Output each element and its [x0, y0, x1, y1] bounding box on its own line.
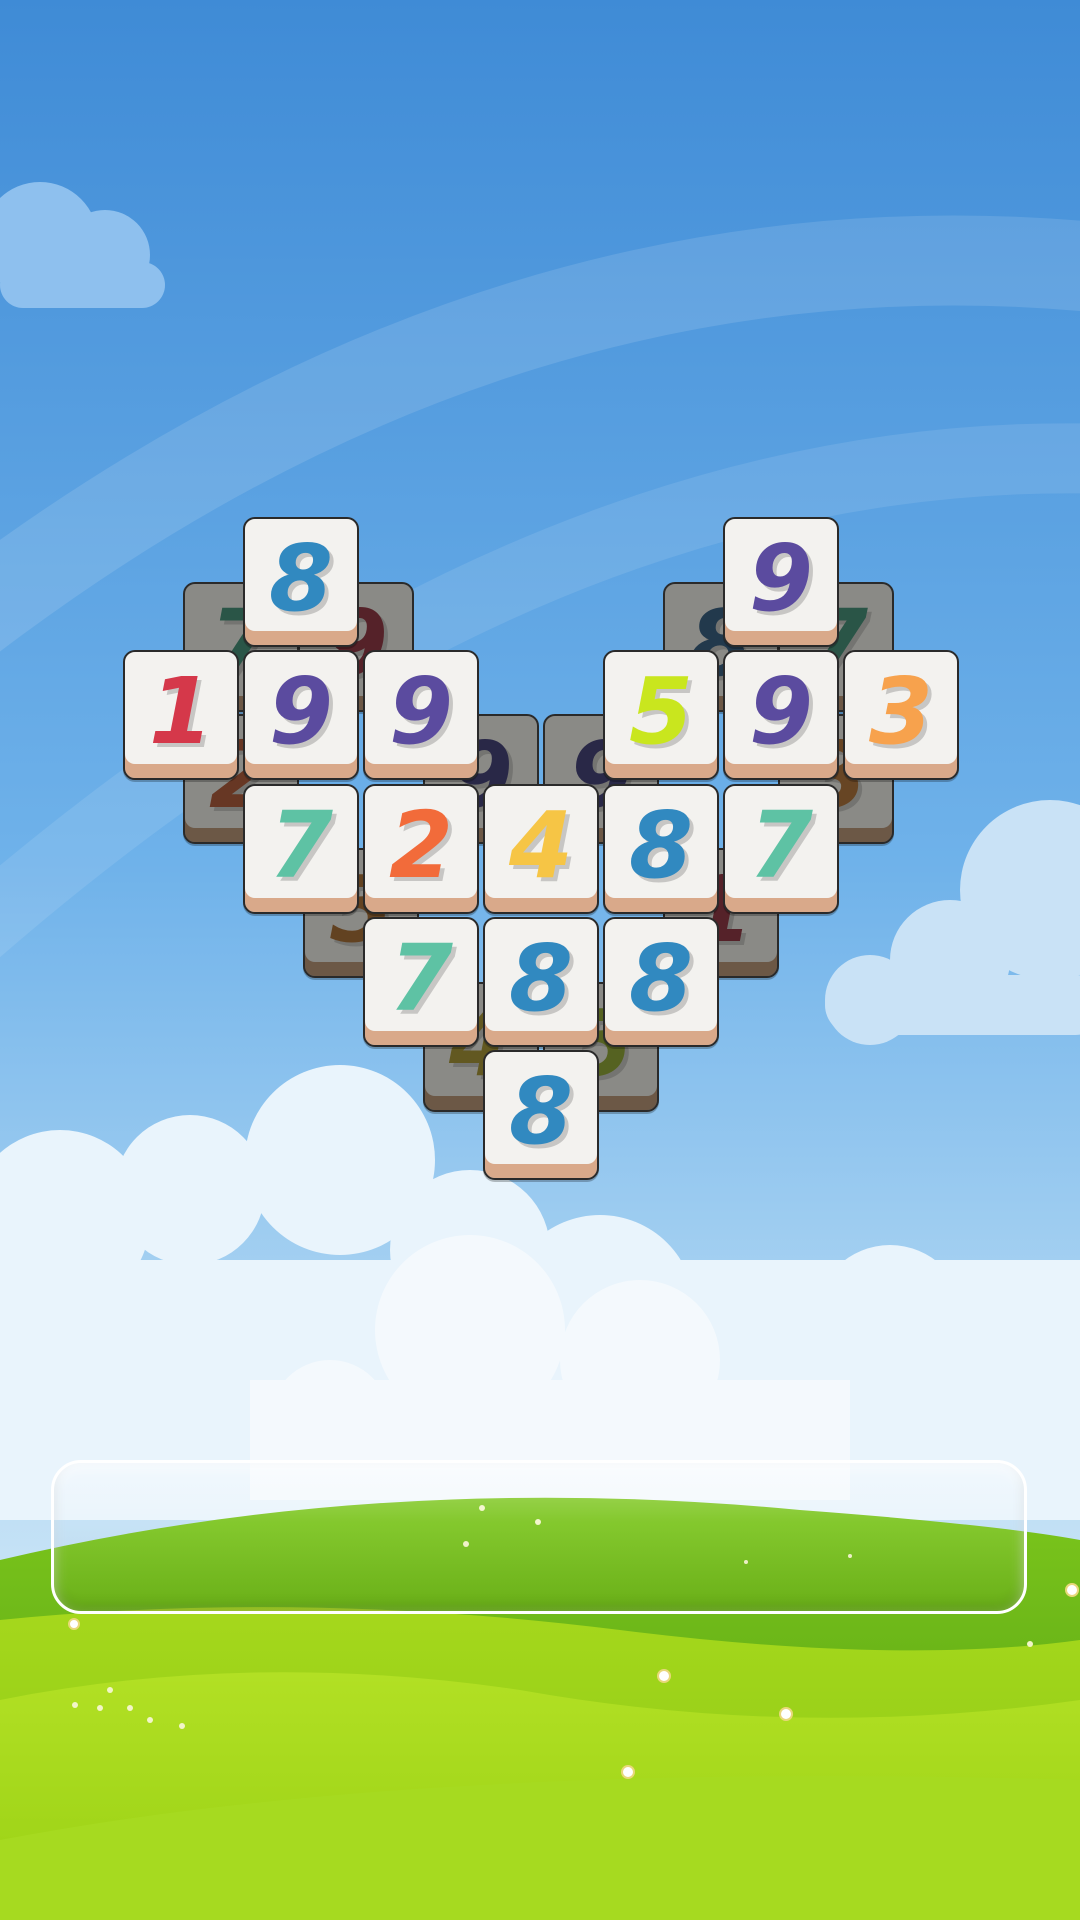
tile-number: 8: [508, 1058, 573, 1165]
tile-number: 8: [268, 525, 333, 632]
tile[interactable]: 2: [363, 784, 479, 914]
tile-number: 8: [508, 925, 573, 1032]
tile-number: 2: [388, 792, 453, 899]
tile-number: 5: [628, 658, 693, 765]
tile-number: 1: [148, 658, 213, 765]
tile-number: 8: [628, 925, 693, 1032]
tile-number: 9: [388, 658, 453, 765]
tile-number: 9: [748, 658, 813, 765]
tile-board: 79872993514589199593724877888: [0, 0, 1080, 1920]
game-scene: 79872993514589199593724877888: [0, 0, 1080, 1920]
tile[interactable]: 5: [603, 650, 719, 780]
tile[interactable]: 4: [483, 784, 599, 914]
tile[interactable]: 9: [723, 517, 839, 647]
tile-number: 7: [748, 792, 813, 899]
tile[interactable]: 7: [243, 784, 359, 914]
tile-number: 9: [748, 525, 813, 632]
tile[interactable]: 7: [723, 784, 839, 914]
tile[interactable]: 7: [363, 917, 479, 1047]
tile[interactable]: 9: [363, 650, 479, 780]
tile-number: 9: [268, 658, 333, 765]
tile[interactable]: 1: [123, 650, 239, 780]
tile[interactable]: 8: [603, 917, 719, 1047]
tile[interactable]: 9: [723, 650, 839, 780]
tile-number: 7: [388, 925, 453, 1032]
tile[interactable]: 8: [603, 784, 719, 914]
tile[interactable]: 3: [843, 650, 959, 780]
tile-number: 4: [508, 792, 573, 899]
tile-number: 8: [628, 792, 693, 899]
tile-number: 7: [268, 792, 333, 899]
tile[interactable]: 8: [243, 517, 359, 647]
tile-tray[interactable]: [51, 1460, 1027, 1614]
tile[interactable]: 8: [483, 1050, 599, 1180]
tile[interactable]: 8: [483, 917, 599, 1047]
tile-number: 3: [868, 658, 933, 765]
tile[interactable]: 9: [243, 650, 359, 780]
